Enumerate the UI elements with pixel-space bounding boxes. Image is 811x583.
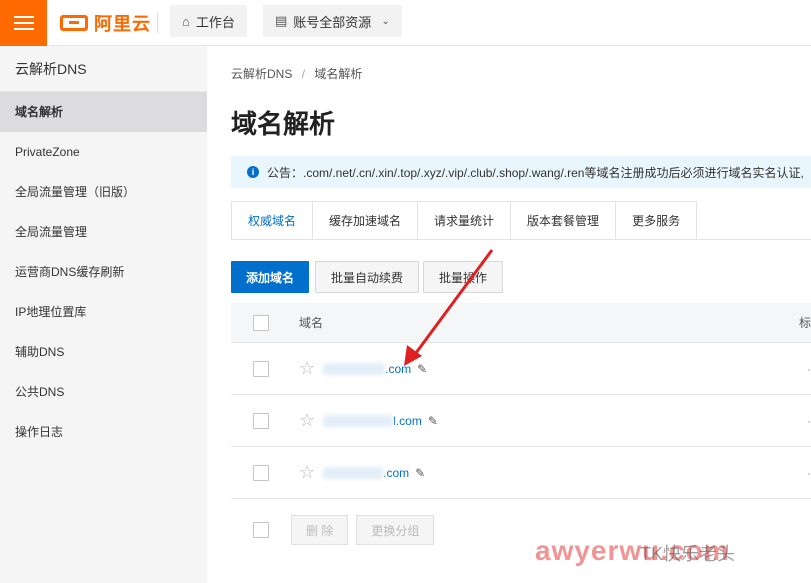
- layers-icon: ▤: [275, 13, 288, 28]
- breadcrumb-separator: /: [301, 67, 306, 81]
- top-bar: 阿里云 ⌂ 工作台 ▤ 账号全部资源 ⌄: [0, 0, 811, 46]
- sidebar: 云解析DNS 域名解析 PrivateZone 全局流量管理（旧版） 全局流量管…: [0, 46, 207, 583]
- notice-banner: i 公告：.com/.net/.cn/.xin/.top/.xyz/.vip/.…: [231, 156, 811, 188]
- edit-icon[interactable]: ✎: [417, 362, 427, 376]
- watermark-overlay: TK快乐老头: [640, 544, 736, 564]
- redacted-domain: [323, 414, 394, 427]
- batch-renew-button[interactable]: 批量自动续费: [315, 261, 420, 293]
- row-action-dots[interactable]: ·: [807, 414, 811, 428]
- notice-text: 公告：.com/.net/.cn/.xin/.top/.xyz/.vip/.cl…: [267, 165, 804, 180]
- column-header-domain: 域名: [299, 316, 324, 330]
- account-resources-dropdown[interactable]: ▤ 账号全部资源 ⌄: [263, 5, 402, 37]
- aliyun-logo-icon: [60, 15, 88, 31]
- tab-request-stats[interactable]: 请求量统计: [417, 201, 512, 240]
- footer-select-checkbox[interactable]: [253, 522, 269, 538]
- tab-plan-management[interactable]: 版本套餐管理: [510, 201, 617, 240]
- breadcrumb-root[interactable]: 云解析DNS: [231, 67, 292, 81]
- sidebar-item-domain-resolution[interactable]: 域名解析: [0, 92, 207, 132]
- chevron-down-icon: ⌄: [381, 15, 390, 27]
- domain-link[interactable]: l.com: [323, 414, 422, 428]
- sidebar-item-isp-cache-refresh[interactable]: 运营商DNS缓存刷新: [0, 252, 207, 292]
- aliyun-logo[interactable]: 阿里云: [60, 11, 151, 35]
- main-content: 云解析DNS / 域名解析 域名解析 i 公告：.com/.net/.cn/.x…: [207, 46, 811, 583]
- add-domain-button[interactable]: 添加域名: [231, 261, 310, 293]
- tabs-underline: [231, 239, 811, 240]
- change-group-button[interactable]: 更换分组: [356, 515, 435, 545]
- row-checkbox[interactable]: [253, 464, 269, 481]
- hamburger-icon: [13, 16, 34, 30]
- domain-suffix: .com: [385, 361, 412, 376]
- column-header-tag: 标: [798, 316, 811, 330]
- domain-suffix: .com: [383, 465, 410, 480]
- edit-icon[interactable]: ✎: [428, 414, 438, 428]
- account-resources-label: 账号全部资源: [293, 14, 372, 30]
- domain-suffix: l.com: [393, 413, 422, 428]
- sidebar-item-public-dns[interactable]: 公共DNS: [0, 372, 207, 412]
- workbench-button[interactable]: ⌂ 工作台: [170, 5, 247, 37]
- table-row: ☆ l.com ✎ ·: [231, 395, 811, 447]
- row-action-dots[interactable]: ·: [807, 362, 811, 376]
- tab-authoritative-domains[interactable]: 权威域名: [231, 201, 314, 240]
- row-checkbox[interactable]: [253, 412, 269, 429]
- table-row: ☆ .com ✎ ·: [231, 343, 811, 395]
- redacted-domain: [323, 466, 384, 479]
- domain-link[interactable]: .com: [323, 362, 411, 376]
- table-header: 域名 标: [231, 303, 811, 343]
- star-icon[interactable]: ☆: [299, 410, 315, 431]
- star-icon[interactable]: ☆: [299, 462, 315, 483]
- sidebar-item-operation-log[interactable]: 操作日志: [0, 412, 207, 452]
- menu-button[interactable]: [0, 0, 47, 46]
- row-checkbox[interactable]: [253, 360, 269, 377]
- workbench-label: 工作台: [195, 14, 235, 30]
- row-action-dots[interactable]: ·: [807, 466, 811, 480]
- sidebar-item-privatezone[interactable]: PrivateZone: [0, 132, 207, 172]
- tab-more-services[interactable]: 更多服务: [615, 201, 698, 240]
- sidebar-title: 云解析DNS: [0, 46, 207, 92]
- page-title: 域名解析: [231, 109, 336, 139]
- domain-table: 域名 标 ☆ .com ✎ · ☆ l.com ✎ · ☆ .com ✎ ·: [231, 303, 811, 499]
- table-row: ☆ .com ✎ ·: [231, 447, 811, 499]
- star-icon[interactable]: ☆: [299, 358, 315, 379]
- edit-icon[interactable]: ✎: [415, 466, 425, 480]
- sidebar-item-gtm-legacy[interactable]: 全局流量管理（旧版）: [0, 172, 207, 212]
- breadcrumb-current: 域名解析: [314, 67, 363, 81]
- home-icon: ⌂: [182, 13, 190, 29]
- select-all-checkbox[interactable]: [253, 314, 269, 331]
- breadcrumb: 云解析DNS / 域名解析: [231, 65, 362, 82]
- info-icon: i: [247, 166, 259, 178]
- sidebar-item-ip-geo[interactable]: IP地理位置库: [0, 292, 207, 332]
- divider: [157, 13, 158, 33]
- sidebar-item-secondary-dns[interactable]: 辅助DNS: [0, 332, 207, 372]
- tab-bar: 权威域名 缓存加速域名 请求量统计 版本套餐管理 更多服务: [231, 201, 698, 240]
- logo-text: 阿里云: [94, 14, 151, 34]
- tab-cache-acceleration[interactable]: 缓存加速域名: [312, 201, 419, 240]
- redacted-domain: [323, 362, 386, 375]
- delete-button[interactable]: 删 除: [291, 515, 349, 545]
- batch-operation-button[interactable]: 批量操作: [423, 261, 504, 293]
- domain-link[interactable]: .com: [323, 466, 409, 480]
- sidebar-item-gtm[interactable]: 全局流量管理: [0, 212, 207, 252]
